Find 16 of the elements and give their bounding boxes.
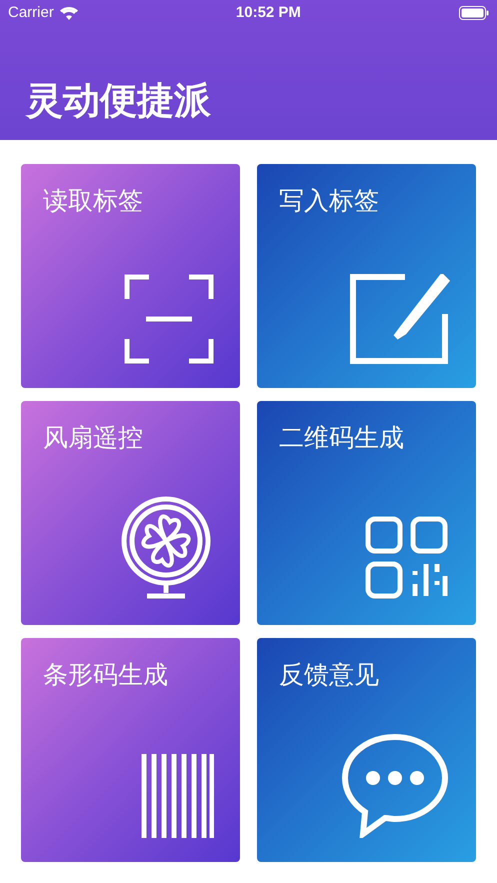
edit-icon bbox=[350, 274, 450, 364]
wifi-icon bbox=[60, 6, 78, 20]
battery-icon bbox=[458, 6, 489, 20]
feature-card[interactable]: 写入标签 bbox=[257, 164, 476, 388]
chat-icon bbox=[340, 733, 450, 838]
feature-card[interactable]: 读取标签 bbox=[21, 164, 240, 388]
page-title: 灵动便捷派 bbox=[26, 82, 211, 119]
feature-card[interactable]: 二维码生成 bbox=[257, 401, 476, 625]
feature-card[interactable]: 反馈意见 bbox=[257, 638, 476, 862]
barcode-icon bbox=[140, 754, 214, 838]
feature-card[interactable]: 条形码生成 bbox=[21, 638, 240, 862]
qr-code-icon bbox=[365, 516, 450, 601]
carrier-label: Carrier bbox=[8, 2, 54, 23]
scan-icon bbox=[124, 274, 214, 364]
feature-card[interactable]: 风扇遥控 bbox=[21, 401, 240, 625]
status-time: 10:52 PM bbox=[236, 2, 301, 23]
